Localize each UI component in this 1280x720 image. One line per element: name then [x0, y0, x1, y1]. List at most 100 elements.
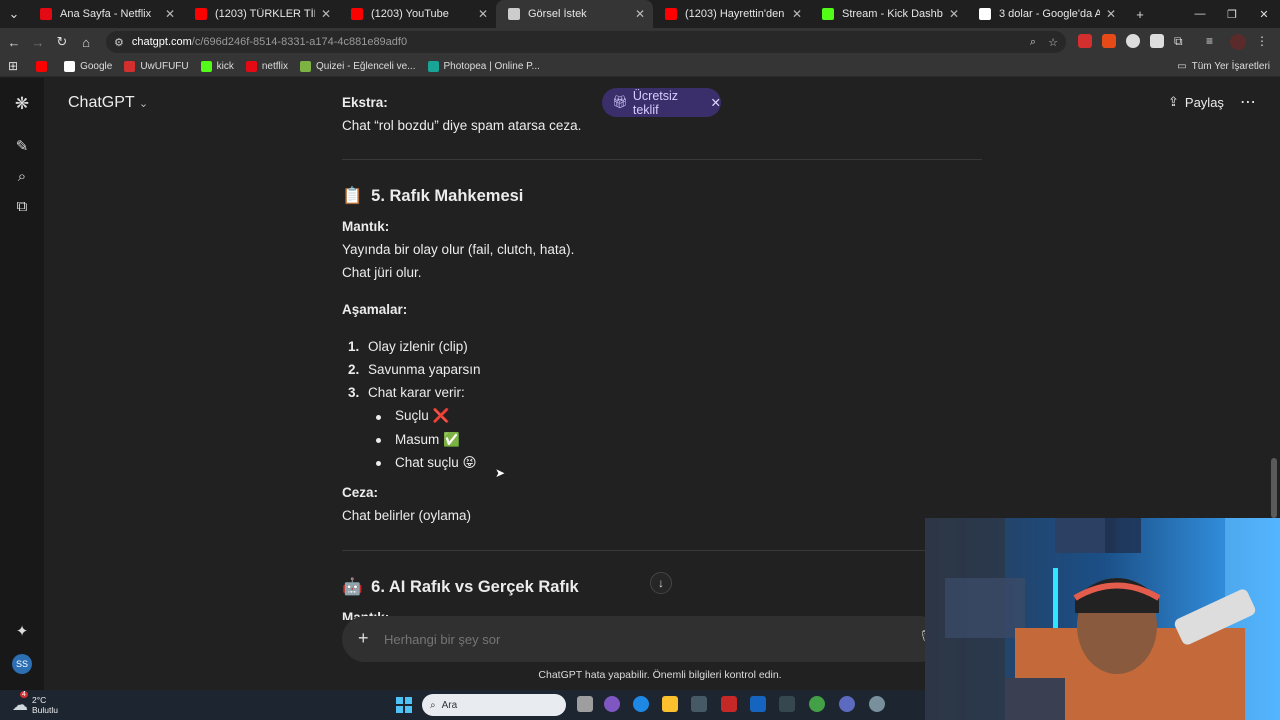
bookmark-item[interactable] — [36, 60, 52, 72]
section-6-heading: 🤖 6. AI Rafık vs Gerçek Rafık — [342, 578, 579, 597]
browser-tab[interactable]: Stream - Kick Dashboard ✕ — [810, 0, 967, 28]
share-label: Paylaş — [1184, 94, 1224, 110]
tab-close-icon[interactable]: ✕ — [165, 7, 175, 21]
extension-icon[interactable] — [1078, 34, 1092, 48]
sparkle-icon[interactable]: ✦ — [12, 621, 32, 641]
new-tab-button[interactable]: + — [1128, 2, 1152, 26]
extension-icon[interactable] — [1102, 34, 1116, 48]
step-item: Chat karar verir: — [368, 385, 465, 400]
bookmark-favicon-icon — [245, 60, 257, 72]
address-bar[interactable]: ⚙ chatgpt.com/c/696d246f-8514-8331-a174-… — [106, 31, 1066, 53]
browser-tab[interactable]: Ana Sayfa - Netflix ✕ — [28, 0, 183, 28]
bookmark-star-icon[interactable]: ☆ — [1048, 36, 1058, 49]
bookmark-item[interactable]: kick — [200, 60, 234, 72]
media-icon[interactable]: ≡ — [1206, 34, 1220, 48]
all-bookmarks[interactable]: ▭ Tüm Yer İşaretleri — [1177, 61, 1270, 72]
section-5-heading: 📋 5. Rafık Mahkemesi — [342, 187, 523, 206]
profile-avatar-icon[interactable] — [1230, 34, 1246, 50]
more-options-icon[interactable]: ⋯ — [1240, 92, 1257, 112]
tab-close-icon[interactable]: ✕ — [478, 7, 488, 21]
tab-favicon-icon — [979, 8, 991, 20]
section-6-title: 6. AI Rafık vs Gerçek Rafık — [371, 578, 579, 596]
app-icon[interactable] — [869, 696, 885, 712]
bookmark-item[interactable]: Google — [64, 60, 112, 72]
bookmark-item[interactable]: UwUFUFU — [124, 60, 189, 72]
tab-title: Stream - Kick Dashboard — [842, 8, 943, 20]
close-icon[interactable]: ✕ — [711, 95, 721, 110]
apps-grid-icon[interactable]: ⊞ — [8, 59, 18, 73]
weather-temp: 2°C — [32, 695, 47, 705]
menu-icon[interactable]: ⋮ — [1256, 34, 1268, 50]
mail-icon[interactable] — [750, 696, 766, 712]
bookmark-label: Photopea | Online P... — [443, 60, 540, 72]
restore-icon[interactable]: ❐ — [1216, 8, 1248, 21]
zoom-icon[interactable]: ⌕ — [1030, 36, 1036, 49]
tab-close-icon[interactable]: ✕ — [949, 7, 959, 21]
minimize-icon[interactable]: — — [1184, 8, 1216, 20]
scroll-down-button[interactable]: ↓ — [650, 572, 672, 594]
bookmark-list: Google UwUFUFU kick netflix Quizei - Eğlence… — [36, 60, 552, 72]
weather-widget[interactable]: ☁ 4 2°C Bulutlu — [12, 691, 58, 715]
logic-label: Mantık: — [342, 219, 390, 234]
bookmark-item[interactable]: netflix — [245, 60, 288, 72]
browser-tab[interactable]: (1203) TÜRKLER TİRAN OLUYOR ✕ — [183, 0, 339, 28]
weather-desc: Bulutlu — [32, 705, 58, 715]
sidebar-rail: ❋ ✎ ⌕ ⧉ ✦ SS — [0, 78, 44, 690]
shield-icon[interactable] — [1150, 34, 1164, 48]
model-selector[interactable]: ChatGPT ⌄ — [68, 94, 148, 112]
option-item: Masum ✅ — [395, 432, 460, 447]
bookmark-item[interactable]: Photopea | Online P... — [427, 60, 540, 72]
tab-close-icon[interactable]: ✕ — [635, 7, 645, 21]
close-window-icon[interactable]: ✕ — [1248, 8, 1280, 21]
scrollbar[interactable] — [1271, 458, 1277, 518]
taskbar-search-label: Ara — [441, 699, 458, 711]
webcam-feed-image — [925, 518, 1280, 720]
tab-close-icon[interactable]: ✕ — [1106, 7, 1116, 21]
back-icon[interactable]: ← — [2, 30, 26, 54]
search-icon[interactable]: ⌕ — [12, 166, 32, 186]
option-item: Chat suçlu 😝 — [395, 455, 477, 470]
start-button[interactable] — [396, 697, 412, 713]
free-offer-button[interactable]: 🎁︎ Ücretsiz teklif ✕ — [602, 88, 721, 117]
section-5-title: 5. Rafık Mahkemesi — [371, 187, 524, 205]
task-view-icon[interactable] — [577, 696, 593, 712]
edge-icon[interactable] — [633, 696, 649, 712]
bookmark-item[interactable]: Quizei - Eğlenceli ve... — [300, 60, 416, 72]
tab-favicon-icon — [40, 8, 52, 20]
extension-icons: ⧉ ≡ ⋮ — [1078, 34, 1268, 50]
browser-tab[interactable]: (1203) Hayrettin'den Ferdi Süre ✕ — [653, 0, 810, 28]
site-info-icon[interactable]: ⚙ — [114, 36, 124, 49]
discord-icon[interactable] — [839, 696, 855, 712]
puzzle-icon[interactable]: ⧉ — [1174, 34, 1188, 48]
browser-tab[interactable]: 3 dolar - Google'da Ara ✕ — [967, 0, 1124, 28]
share-button[interactable]: ⇪ Paylaş — [1168, 94, 1224, 110]
app-icon[interactable] — [721, 696, 737, 712]
browser-tab[interactable]: (1203) YouTube ✕ — [339, 0, 496, 28]
prompt-input[interactable] — [384, 628, 884, 650]
copilot-icon[interactable] — [604, 696, 620, 712]
bookmark-label: netflix — [261, 60, 288, 72]
chrome-icon[interactable] — [809, 696, 825, 712]
divider — [342, 159, 982, 160]
mouse-cursor-icon: ➤ — [495, 466, 506, 480]
taskbar-search[interactable]: ⌕ Ara — [422, 694, 566, 716]
logic-line-1: Yayında bir olay olur (fail, clutch, hat… — [342, 242, 575, 257]
extension-icon[interactable] — [1126, 34, 1140, 48]
browser-tab-strip: ⌄ Ana Sayfa - Netflix✕(1203) TÜRKLER TİR… — [0, 0, 1280, 28]
forward-icon[interactable]: → — [26, 30, 50, 54]
reload-icon[interactable]: ↻ — [50, 30, 74, 54]
store-icon[interactable] — [691, 696, 707, 712]
openai-logo-icon[interactable]: ❋ — [12, 94, 32, 114]
tab-close-icon[interactable]: ✕ — [321, 7, 331, 21]
file-explorer-icon[interactable] — [662, 696, 678, 712]
tab-close-icon[interactable]: ✕ — [792, 7, 802, 21]
new-chat-icon[interactable]: ✎ — [12, 136, 32, 156]
steam-icon[interactable] — [779, 696, 795, 712]
tab-search-chevron-icon[interactable]: ⌄ — [0, 2, 28, 26]
option-item: Suçlu ❌ — [395, 408, 450, 423]
library-icon[interactable]: ⧉ — [12, 196, 32, 216]
browser-tab[interactable]: Görsel İstek ✕ — [496, 0, 653, 28]
plus-icon[interactable]: + — [358, 628, 369, 649]
extra-text: Chat “rol bozdu” diye spam atarsa ceza. — [342, 118, 582, 133]
home-icon[interactable]: ⌂ — [74, 30, 98, 54]
